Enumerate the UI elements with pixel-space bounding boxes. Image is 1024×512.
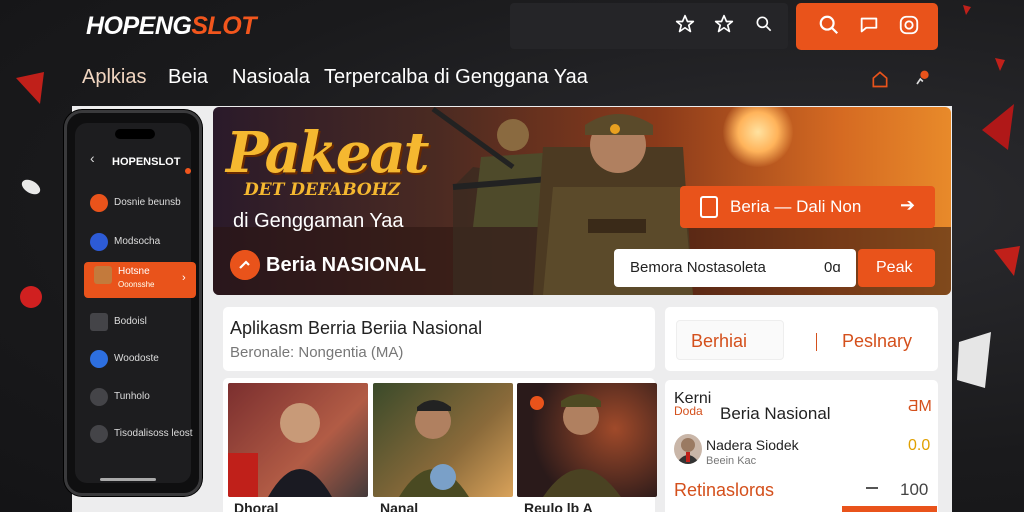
phone-logo-dot (185, 168, 191, 174)
article-title: Aplikasm Berria Beriia Nasional (230, 318, 483, 338)
news-caption: Nanal (380, 500, 419, 512)
news-thumb[interactable] (228, 383, 368, 497)
logo-accent: SLOT (191, 12, 257, 40)
message-icon[interactable] (898, 14, 920, 36)
chat-icon[interactable] (858, 14, 880, 36)
ranking-row-label[interactable]: Retinaslorɑs (674, 480, 774, 501)
confetti-decoration (982, 104, 1014, 150)
favorite-icon[interactable] (714, 14, 734, 34)
confetti-decoration (20, 286, 42, 308)
nav-item-terpercaya[interactable]: Terpercalba di Genggana Yaa (324, 66, 588, 89)
search-button-icon[interactable] (818, 14, 840, 36)
notification-icon[interactable] (912, 68, 932, 90)
app-root: { "brand": {"logo_main": "HOPENG", "logo… (0, 0, 1024, 512)
tab-berita[interactable]: Berhiai (691, 331, 747, 352)
play-icon (230, 250, 260, 280)
phone-logo: HOPENSLOT (112, 156, 181, 168)
news-caption: Reulo lb A (524, 500, 593, 512)
menu-icon (90, 350, 108, 368)
article-title-card[interactable] (223, 307, 655, 371)
banner-go-button[interactable]: Peak (858, 249, 935, 287)
banner-tagline: di Genggaman Yaa (233, 210, 404, 232)
confetti-decoration (963, 5, 971, 15)
banner-subtitle: DET DEFABOHZ (244, 180, 401, 200)
confetti-decoration (16, 72, 44, 104)
back-arrow-icon[interactable]: ‹ (90, 150, 95, 166)
document-icon (700, 196, 718, 218)
confetti-decoration (995, 58, 1005, 71)
article-subtitle: Beronale: Nongentia (MA) (230, 344, 404, 361)
news-thumb[interactable] (373, 383, 513, 497)
phone-menu-item[interactable]: Tisodalisoss leost (80, 421, 193, 447)
phone-menu-item[interactable]: Bodoisl (80, 309, 190, 335)
menu-label: Tunholo (114, 391, 150, 402)
tab-divider (816, 333, 817, 351)
banner-title: Pakeat (226, 120, 429, 186)
phone-menu-item[interactable]: Woodoste (80, 346, 190, 372)
nav-item-aplikasi[interactable]: Aplkias (82, 66, 146, 89)
top-toolbar (510, 3, 788, 49)
phone-menu-item[interactable]: Modsocha (80, 229, 190, 255)
dash-divider (866, 487, 878, 489)
nav-item-berita[interactable]: Beia (168, 66, 208, 89)
person-name[interactable]: Nadera Siodek (706, 437, 799, 453)
go-label: Peak (876, 259, 913, 276)
star-outline-icon[interactable] (675, 14, 695, 34)
menu-icon (90, 313, 108, 331)
news-caption: Dhoral (234, 500, 279, 512)
phone-menu-item[interactable]: Tunholo (80, 384, 190, 410)
menu-icon (90, 194, 108, 212)
person-value: 0.0 (908, 437, 931, 454)
confetti-decoration (957, 332, 991, 388)
search-label: Bemora Nostasoleta (630, 259, 766, 276)
menu-label: Dosnie beunsb (114, 197, 181, 208)
person-subtitle: Beein Kac (706, 455, 757, 467)
confetti-decoration (994, 246, 1020, 276)
tab-popular[interactable]: Peslnary (842, 331, 912, 352)
menu-label: Woodoste (114, 353, 159, 364)
ranking-head-b: Doda (674, 404, 703, 418)
nav-item-nasional[interactable]: Nasioala (232, 66, 310, 89)
phone-home-indicator (100, 478, 156, 481)
news-thumb[interactable] (517, 383, 657, 497)
arrow-right-icon: ➔ (900, 195, 916, 215)
menu-sublabel: Ooonsshe (118, 280, 155, 289)
menu-label: Tisodalisoss leost (114, 428, 193, 439)
phone-menu-item[interactable]: Dosnie beunsb (80, 190, 190, 216)
search-value: 0ɑ (824, 259, 841, 276)
menu-label: Hotsne (118, 266, 150, 277)
ranking-head-value: ƋM (908, 398, 932, 415)
menu-icon (90, 425, 108, 443)
chevron-right-icon: › (182, 272, 186, 284)
menu-label: Modsocha (114, 236, 161, 247)
menu-icon (90, 233, 108, 251)
cta-label: Beria — Dali Non (730, 197, 862, 216)
menu-label: Bodoisl (114, 316, 147, 327)
accent-strip (842, 506, 937, 512)
confetti-decoration (21, 179, 41, 195)
banner-search-field[interactable]: Bemora Nostasoleta 0ɑ (614, 249, 856, 287)
menu-icon (94, 266, 112, 284)
brand-logo[interactable]: HOPENGSLOT (86, 12, 257, 41)
banner-cta-button[interactable]: Beria — Dali Non ➔ (680, 186, 935, 228)
home-icon[interactable] (870, 68, 890, 90)
menu-icon (90, 388, 108, 406)
ranking-row-value: 100 (900, 480, 929, 499)
avatar[interactable] (674, 434, 702, 464)
ranking-title: Beria Nasional (720, 404, 831, 423)
logo-main: HOPENG (86, 12, 192, 40)
phone-menu-item-selected[interactable]: Hotsne Ooonsshe › (84, 262, 196, 298)
phone-notch (115, 129, 155, 139)
banner-badge: Beria NASIONAL (266, 254, 427, 276)
search-icon[interactable] (754, 14, 774, 34)
